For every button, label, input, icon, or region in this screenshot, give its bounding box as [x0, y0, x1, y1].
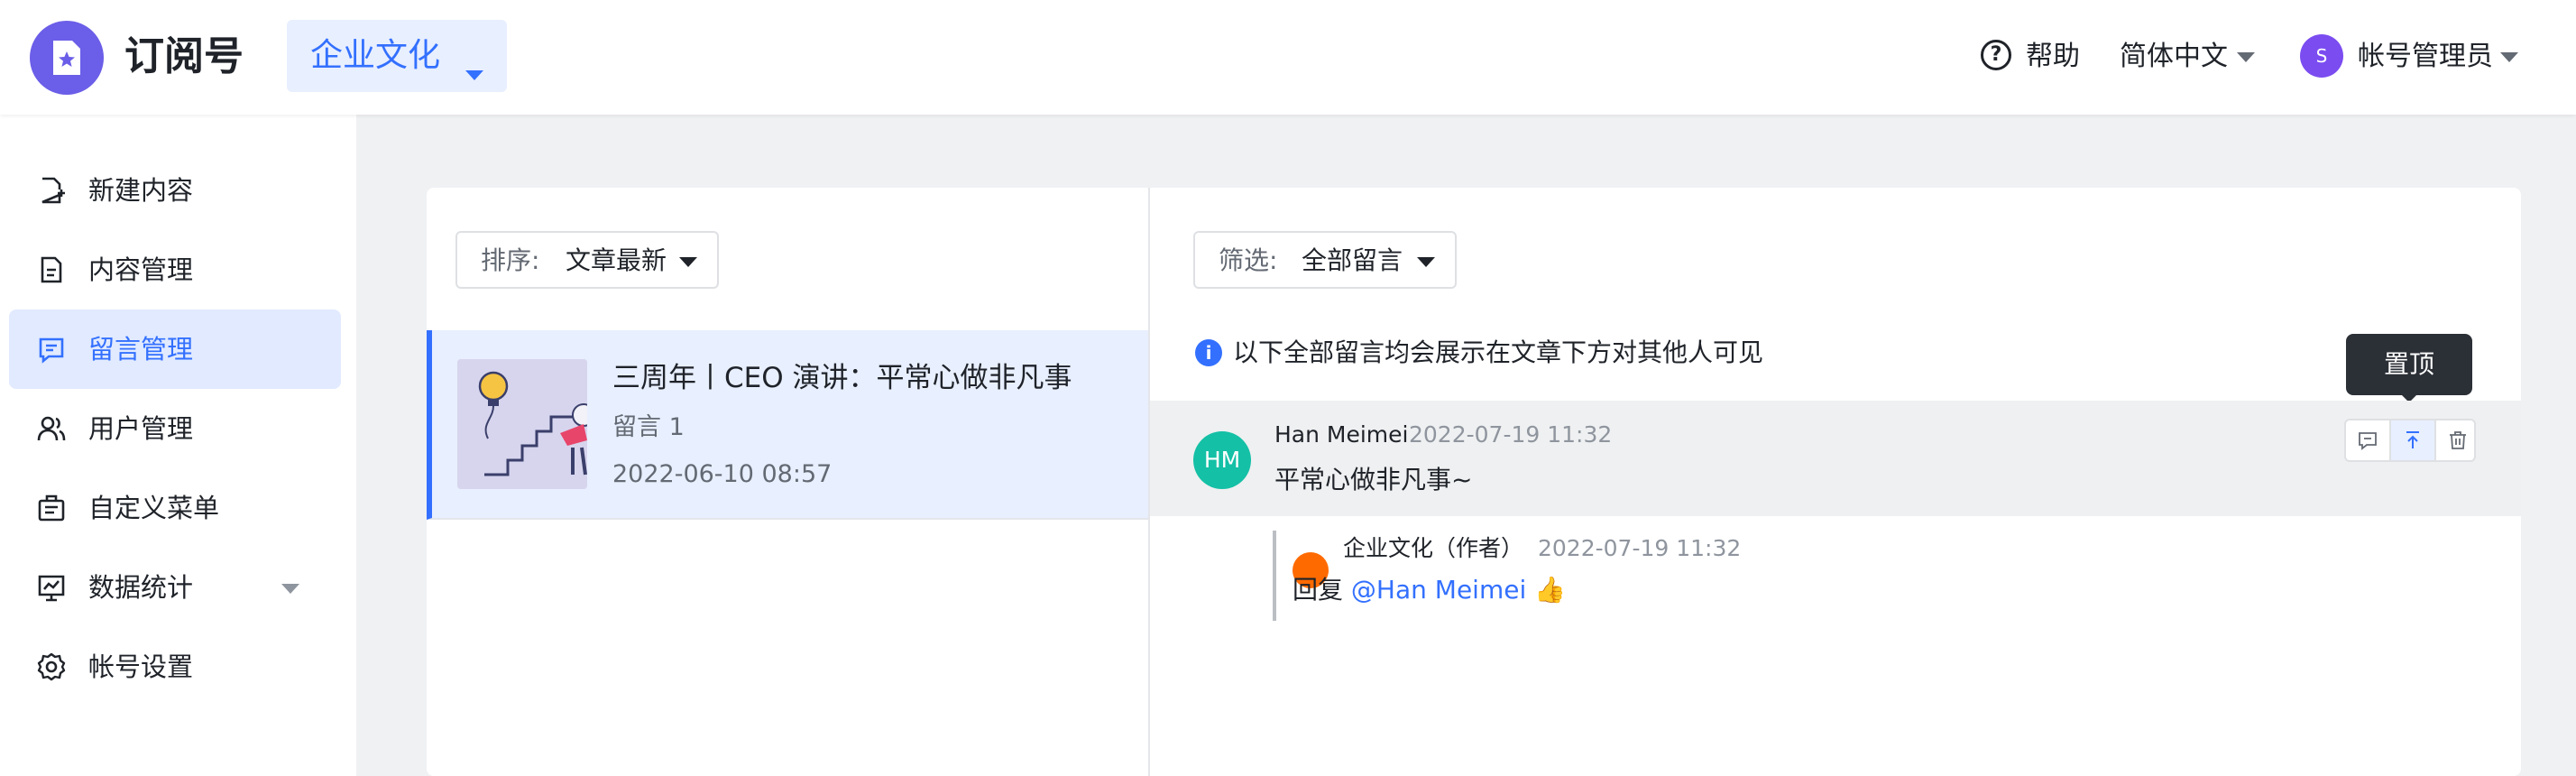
sidebar-item-label: 内容管理	[88, 254, 194, 285]
trash-icon	[2450, 431, 2466, 449]
top-header: 订阅号 企业文化 ? 帮助 简体中文 S 帐号管理员	[0, 0, 2576, 115]
user-avatar: S	[2300, 34, 2343, 78]
sidebar: 新建内容 内容管理 留言管理 用户管理 自定义菜单 数据统计 帐号设置	[0, 115, 356, 776]
document-star-icon	[53, 41, 80, 75]
article-date: 2022-06-10 08:57	[612, 460, 833, 488]
sidebar-item-account-settings[interactable]: 帐号设置	[9, 627, 341, 707]
sidebar-item-custom-menu[interactable]: 自定义菜单	[9, 468, 341, 548]
info-icon: i	[1195, 339, 1222, 366]
caret-down-icon	[465, 70, 483, 80]
comment-time: 2022-07-19 11:32	[1409, 421, 1613, 448]
document-icon	[41, 256, 62, 283]
app-title: 订阅号	[124, 33, 244, 79]
sidebar-item-label: 帐号设置	[88, 651, 194, 682]
sort-value: 文章最新	[566, 245, 667, 275]
filter-value: 全部留言	[1302, 245, 1403, 275]
reply-mention-link[interactable]: @Han Meimei	[1351, 575, 1526, 605]
new-doc-icon	[41, 177, 65, 204]
reply-text: 回复 @Han Meimei 👍	[1293, 570, 1566, 610]
caret-down-icon	[679, 257, 697, 267]
language-label: 简体中文	[2120, 41, 2228, 72]
sidebar-item-label: 数据统计	[88, 572, 194, 603]
thumbs-up-icon: 👍	[1534, 575, 1567, 605]
sidebar-item-label: 新建内容	[88, 175, 194, 206]
sidebar-item-label: 留言管理	[88, 334, 194, 365]
sidebar-item-user-management[interactable]: 用户管理	[9, 389, 341, 468]
sidebar-item-comment-management[interactable]: 留言管理	[9, 309, 341, 389]
notice-text: 以下全部留言均会展示在文章下方对其他人可见	[1233, 337, 1764, 367]
sidebar-item-data-statistics[interactable]: 数据统计	[9, 548, 341, 627]
help-label: 帮助	[2026, 41, 2080, 72]
comment-actions	[2344, 419, 2476, 462]
menu-icon	[38, 494, 65, 522]
caret-down-icon	[2237, 52, 2255, 62]
pin-tooltip: 置顶	[2346, 334, 2472, 402]
article-title: 三周年丨CEO 演讲：平常心做非凡事	[612, 362, 1072, 394]
reply-button[interactable]	[2346, 420, 2389, 460]
sort-key: 排序:	[481, 245, 540, 275]
comment-list-panel: 筛选: 全部留言 i 以下全部留言均会展示在文章下方对其他人可见 置顶 HM H…	[1150, 188, 2521, 776]
reply-time: 2022-07-19 11:32	[1538, 535, 1742, 561]
account-name: 企业文化	[310, 37, 441, 74]
users-icon	[37, 416, 66, 441]
sidebar-item-label: 自定义菜单	[88, 493, 220, 523]
caret-down-icon	[1417, 257, 1435, 267]
article-comment-count: 留言 1	[612, 413, 685, 441]
reply-comment-icon	[2359, 432, 2377, 450]
help-circle-icon: ?	[1981, 40, 2011, 70]
article-thumbnail	[457, 359, 587, 489]
commenter-name: Han Meimei	[1274, 421, 1409, 448]
sidebar-item-content-management[interactable]: 内容管理	[9, 230, 341, 309]
comment-icon	[39, 337, 64, 364]
caret-down-icon	[281, 584, 299, 594]
commenter-avatar: HM	[1193, 431, 1251, 489]
comment-management-card: 排序: 文章最新 三周年丨CEO 演讲：平常心做非凡事 留言 1 2022-06…	[427, 188, 2521, 776]
sort-select[interactable]: 排序: 文章最新	[455, 231, 719, 289]
comment-item: HM Han Meimei 2022-07-19 11:32 平常心做非凡事~	[1150, 401, 2521, 516]
sidebar-item-new-content[interactable]: 新建内容	[9, 151, 341, 230]
sidebar-item-label: 用户管理	[88, 413, 194, 444]
author-reply: 企业文化（作者） 2022-07-19 11:32 回复 @Han Meimei…	[1273, 531, 2445, 621]
reply-prefix: 回复	[1293, 575, 1344, 605]
article-list-item[interactable]: 三周年丨CEO 演讲：平常心做非凡事 留言 1 2022-06-10 08:57	[427, 330, 1148, 520]
reply-author: 企业文化（作者）	[1343, 535, 1524, 561]
gear-icon	[37, 652, 66, 681]
app-logo	[30, 21, 104, 95]
filter-select[interactable]: 筛选: 全部留言	[1193, 231, 1457, 289]
article-list-panel: 排序: 文章最新 三周年丨CEO 演讲：平常心做非凡事 留言 1 2022-06…	[427, 188, 1150, 776]
chart-icon	[38, 575, 65, 602]
comment-text: 平常心做非凡事~	[1274, 465, 1473, 494]
user-name: 帐号管理员	[2358, 41, 2493, 72]
pin-top-button[interactable]	[2391, 420, 2434, 460]
pin-top-icon	[2406, 431, 2419, 448]
delete-button[interactable]	[2436, 420, 2479, 460]
caret-down-icon	[2500, 52, 2518, 62]
account-switcher[interactable]: 企业文化	[287, 20, 507, 92]
lightbulb-illustration-icon	[457, 359, 587, 489]
filter-key: 筛选:	[1219, 245, 1278, 275]
